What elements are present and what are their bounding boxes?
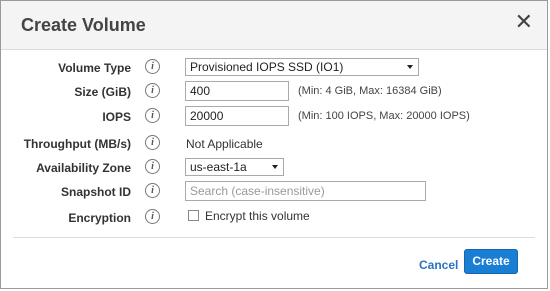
availability-zone-label: Availability Zone	[36, 161, 131, 175]
volume-type-row: Volume Type i Provisioned IOPS SSD (IO1)	[1, 57, 547, 79]
info-icon[interactable]: i	[145, 83, 160, 98]
snapshot-id-label: Snapshot ID	[60, 185, 131, 199]
encrypt-checkbox[interactable]	[188, 210, 199, 221]
availability-zone-select[interactable]: us-east-1a	[185, 158, 284, 176]
snapshot-id-row: Snapshot ID i Search (case-insensitive)	[1, 181, 547, 203]
snapshot-id-search-input[interactable]: Search (case-insensitive)	[185, 181, 426, 201]
encrypt-checkbox-label[interactable]: Encrypt this volume	[205, 209, 310, 223]
availability-zone-value: us-east-1a	[190, 160, 247, 174]
dialog-header: Create Volume ✕	[1, 1, 547, 50]
cancel-button[interactable]: Cancel	[419, 258, 458, 272]
iops-input[interactable]: 20000	[185, 106, 289, 126]
info-icon[interactable]: i	[145, 108, 160, 123]
volume-type-value: Provisioned IOPS SSD (IO1)	[190, 60, 344, 74]
throughput-label: Throughput (MB/s)	[23, 137, 131, 151]
size-row: Size (GiB) i 400 (Min: 4 GiB, Max: 16384…	[1, 81, 547, 103]
iops-row: IOPS i 20000 (Min: 100 IOPS, Max: 20000 …	[1, 106, 547, 128]
chevron-down-icon	[407, 65, 413, 69]
info-icon[interactable]: i	[145, 209, 160, 224]
create-button[interactable]: Create	[464, 249, 518, 274]
info-icon[interactable]: i	[145, 135, 160, 150]
volume-type-label: Volume Type	[58, 61, 131, 75]
info-icon[interactable]: i	[145, 183, 160, 198]
iops-hint: (Min: 100 IOPS, Max: 20000 IOPS)	[298, 110, 470, 122]
size-label: Size (GiB)	[74, 85, 131, 99]
availability-zone-row: Availability Zone i us-east-1a	[1, 157, 547, 179]
size-input[interactable]: 400	[185, 81, 289, 101]
volume-type-select[interactable]: Provisioned IOPS SSD (IO1)	[185, 58, 419, 76]
dialog-title: Create Volume	[21, 15, 146, 35]
size-hint: (Min: 4 GiB, Max: 16384 GiB)	[298, 85, 442, 97]
info-icon[interactable]: i	[145, 159, 160, 174]
info-icon[interactable]: i	[145, 59, 160, 74]
divider	[13, 237, 535, 238]
throughput-value: Not Applicable	[186, 137, 263, 151]
encryption-label: Encryption	[68, 211, 131, 225]
chevron-down-icon	[272, 165, 278, 169]
encryption-row: Encryption i Encrypt this volume	[1, 207, 547, 229]
throughput-row: Throughput (MB/s) i Not Applicable	[1, 133, 547, 155]
close-icon[interactable]: ✕	[515, 12, 533, 34]
iops-label: IOPS	[102, 110, 131, 124]
create-volume-dialog: Create Volume ✕ Volume Type i Provisione…	[0, 0, 548, 289]
